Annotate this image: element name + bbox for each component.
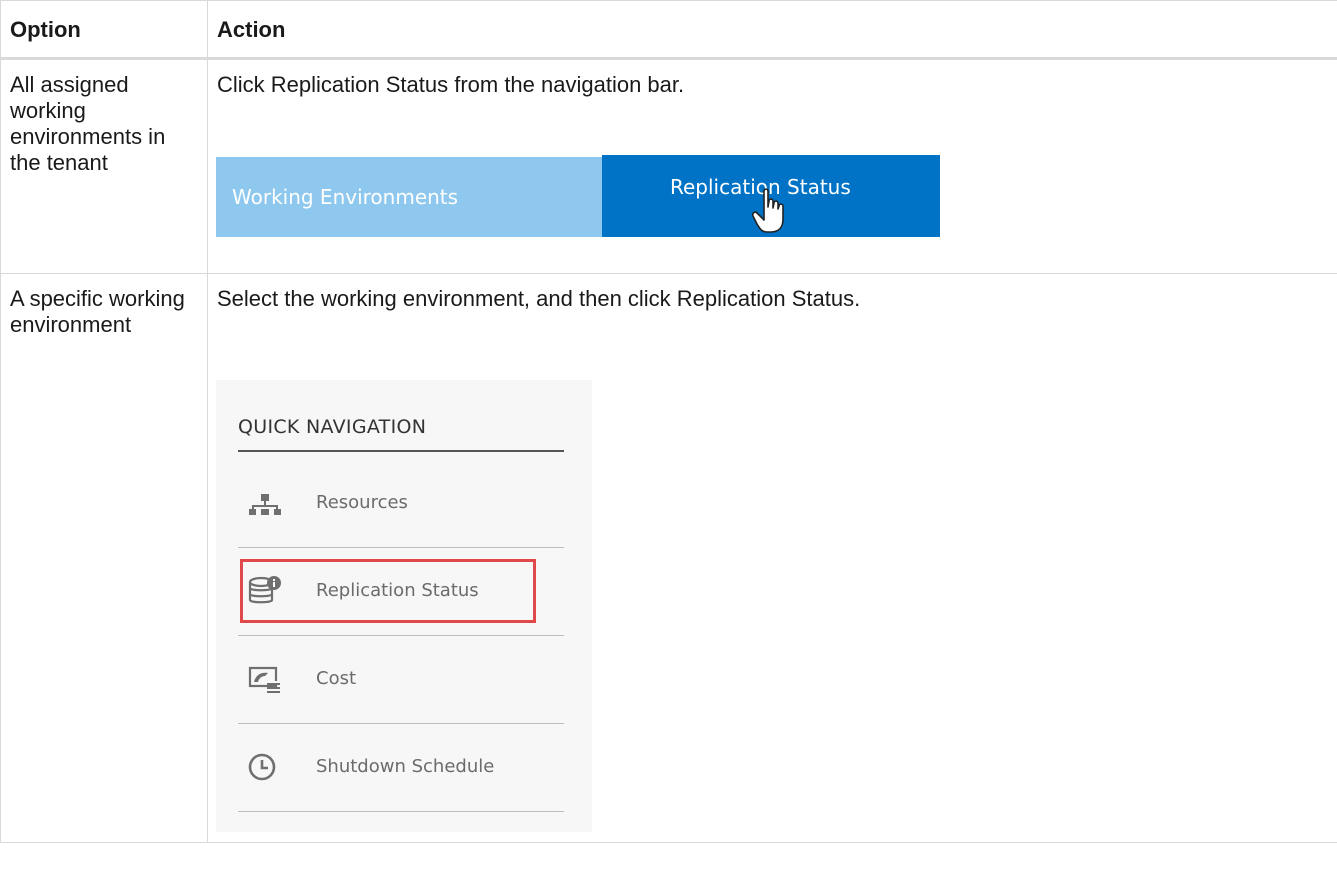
action-cell: Click Replication Status from the naviga…: [217, 72, 685, 97]
highlight-box: [240, 559, 536, 623]
tab-working-environments[interactable]: Working Environments: [216, 157, 602, 237]
divider: [238, 450, 564, 452]
tab-working-environments-label: Working Environments: [232, 185, 459, 209]
quick-navigation-title: QUICK NAVIGATION: [238, 416, 427, 438]
clock-icon: [248, 753, 276, 781]
hand-pointer-icon: [752, 188, 784, 233]
hierarchy-icon: [249, 494, 281, 515]
options-table: Option Action All assigned working envir…: [0, 0, 1337, 843]
action-cell: Select the working environment, and then…: [217, 286, 861, 311]
quick-nav-item-resources[interactable]: Resources: [238, 460, 564, 548]
column-header-option: Option: [0, 0, 208, 60]
quick-nav-label: Resources: [316, 492, 408, 513]
quick-nav-item-shutdown-schedule[interactable]: Shutdown Schedule: [238, 724, 564, 812]
cost-report-icon: [248, 666, 280, 693]
option-cell: A specific working environment: [10, 286, 185, 337]
quick-nav-item-cost[interactable]: Cost: [238, 636, 564, 724]
navigation-bar-screenshot: Working Environments Replication Status: [216, 155, 940, 237]
option-cell: All assigned working environments in the…: [10, 72, 166, 175]
quick-nav-label: Shutdown Schedule: [316, 756, 495, 777]
quick-nav-label: Cost: [316, 668, 357, 689]
tab-replication-status[interactable]: Replication Status: [602, 155, 940, 237]
column-header-action: Action: [207, 0, 1337, 60]
divider: [238, 811, 564, 812]
table-row: A specific working environment Select th…: [0, 273, 1337, 843]
